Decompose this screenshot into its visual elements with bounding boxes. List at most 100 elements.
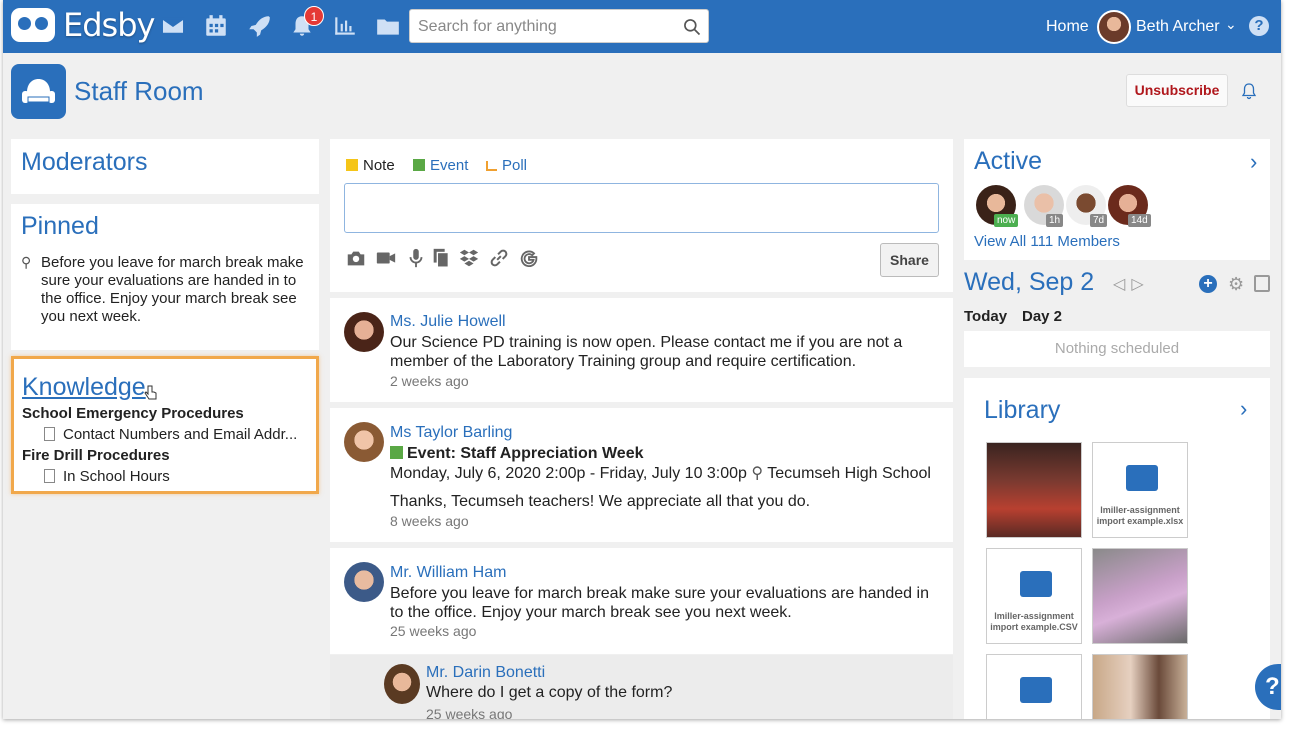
library-panel: Library › lmiller-assignment import exam… (964, 378, 1270, 719)
event-when: Monday, July 6, 2020 2:00p - Friday, Jul… (390, 465, 747, 482)
gear-icon[interactable]: ⚙ (1228, 274, 1244, 295)
event-details: Monday, July 6, 2020 2:00p - Friday, Jul… (390, 464, 945, 483)
library-tile[interactable] (1092, 548, 1188, 644)
note-icon (346, 159, 358, 171)
knowledge-item[interactable]: Contact Numbers and Email Addr... (44, 426, 306, 443)
post-author[interactable]: Ms. Julie Howell (390, 313, 506, 331)
camera-icon[interactable] (345, 247, 367, 269)
calendar-icon[interactable] (1254, 275, 1270, 292)
library-tile[interactable]: lmiller-assignment import example.xlsx (1092, 442, 1188, 538)
author-avatar[interactable] (344, 422, 384, 462)
status-badge: 14d (1128, 214, 1151, 227)
pinned-panel: Pinned ⚲ Before you leave for march brea… (11, 204, 319, 350)
reply-author[interactable]: Mr. Darin Bonetti (426, 664, 545, 682)
mail-icon[interactable] (160, 13, 186, 39)
moderators-title[interactable]: Moderators (21, 148, 147, 177)
post-author[interactable]: Mr. William Ham (390, 564, 506, 582)
add-event-icon[interactable]: + (1199, 275, 1217, 293)
author-avatar[interactable] (384, 664, 420, 704)
dropbox-icon[interactable] (458, 247, 480, 269)
chart-icon[interactable] (332, 13, 358, 39)
share-button[interactable]: Share (880, 243, 939, 277)
location-icon: ⚲ (751, 465, 764, 482)
status-badge: 7d (1090, 214, 1108, 227)
author-avatar[interactable] (344, 312, 384, 352)
knowledge-item-label: Contact Numbers and Email Addr... (63, 426, 298, 443)
library-file-name: lmiller-assignment import example.xlsx (1096, 505, 1184, 526)
pin-icon: ⚲ (21, 254, 32, 270)
knowledge-category[interactable]: School Emergency Procedures (22, 405, 244, 422)
folder-icon[interactable] (375, 13, 401, 39)
help-icon[interactable]: ? (1249, 16, 1269, 36)
app-window: Edsby 1 Home Beth Archer ⌄ ? (3, 0, 1281, 719)
knowledge-item[interactable]: In School Hours (44, 468, 306, 485)
event-title[interactable]: Event: Staff Appreciation Week (390, 444, 945, 463)
note-type-label: Note (363, 157, 395, 174)
event-type-button[interactable]: Event (413, 157, 468, 174)
image-icon (1020, 571, 1052, 597)
page-title: Staff Room (74, 76, 204, 106)
knowledge-category[interactable]: Fire Drill Procedures (22, 447, 170, 464)
bell-icon[interactable] (1241, 82, 1257, 100)
documents-icon[interactable] (430, 247, 452, 269)
link-icon[interactable] (488, 247, 510, 269)
user-avatar[interactable] (1097, 10, 1131, 44)
chevron-down-icon[interactable]: ⌄ (1225, 16, 1237, 33)
image-icon (1020, 677, 1052, 703)
document-icon (44, 469, 55, 483)
logo-text: Edsby (63, 6, 155, 44)
day-label: Day 2 (1022, 308, 1063, 325)
library-tile[interactable] (1092, 654, 1188, 719)
unsubscribe-button[interactable]: Unsubscribe (1126, 74, 1228, 107)
calendar-icon[interactable] (203, 13, 229, 39)
author-avatar[interactable] (344, 562, 384, 602)
search-input[interactable] (418, 17, 678, 37)
note-type-button[interactable]: Note (346, 157, 395, 174)
user-name[interactable]: Beth Archer (1136, 18, 1220, 36)
view-all-members-link[interactable]: View All 111 Members (974, 233, 1120, 250)
date-nav-arrows[interactable]: ◁▷ (1113, 274, 1150, 294)
post-card: Ms. Julie Howell Our Science PD training… (330, 298, 953, 402)
microphone-icon[interactable] (405, 247, 427, 269)
active-members-panel: Active › now 1h 7d 14d View All 111 Memb… (964, 139, 1270, 260)
knowledge-title-link[interactable]: Knowledge (22, 373, 146, 402)
post-card: Ms Taylor Barling Event: Staff Appreciat… (330, 408, 953, 542)
knowledge-item-label: In School Hours (63, 468, 170, 485)
rocket-icon[interactable] (246, 13, 272, 39)
nothing-scheduled: Nothing scheduled (964, 331, 1270, 367)
library-tile[interactable]: lmiller-assignment import example.CSV (986, 548, 1082, 644)
notification-badge: 1 (304, 6, 324, 26)
search-box[interactable] (409, 9, 709, 43)
poll-type-button[interactable]: Poll (486, 157, 527, 174)
poll-icon (486, 161, 497, 171)
active-title: Active (974, 147, 1043, 175)
chevron-right-icon[interactable]: › (1250, 149, 1257, 175)
post-body: Before you leave for march break make su… (390, 585, 929, 621)
calendar-icon (390, 446, 403, 459)
today-tab[interactable]: Today (964, 308, 1007, 325)
edsby-logo[interactable]: Edsby (11, 6, 155, 46)
calendar-date-title: Wed, Sep 2 (964, 268, 1095, 296)
group-icon (11, 64, 66, 119)
calendar-icon (413, 159, 425, 171)
library-tile[interactable] (986, 442, 1082, 538)
video-icon[interactable] (375, 247, 397, 269)
chevron-right-icon[interactable]: ▷ (1131, 276, 1149, 293)
post-input[interactable] (344, 183, 939, 233)
google-icon[interactable] (518, 247, 540, 269)
library-tile[interactable] (986, 654, 1082, 719)
library-title: Library (984, 396, 1061, 424)
search-icon[interactable] (682, 17, 702, 37)
document-icon (44, 427, 55, 441)
chevron-right-icon[interactable]: › (1240, 396, 1247, 422)
post-card: Mr. William Ham Before you leave for mar… (330, 548, 953, 654)
hand-cursor-icon (144, 385, 157, 400)
pinned-title: Pinned (21, 212, 99, 240)
post-author[interactable]: Ms Taylor Barling (390, 424, 512, 442)
status-badge: 1h (1046, 214, 1064, 227)
event-type-label: Event (430, 157, 469, 174)
library-file-name: lmiller-assignment import example.CSV (990, 611, 1078, 632)
chevron-left-icon[interactable]: ◁ (1113, 276, 1131, 293)
home-link[interactable]: Home (1046, 18, 1089, 36)
post-time: 25 weeks ago (390, 623, 477, 639)
